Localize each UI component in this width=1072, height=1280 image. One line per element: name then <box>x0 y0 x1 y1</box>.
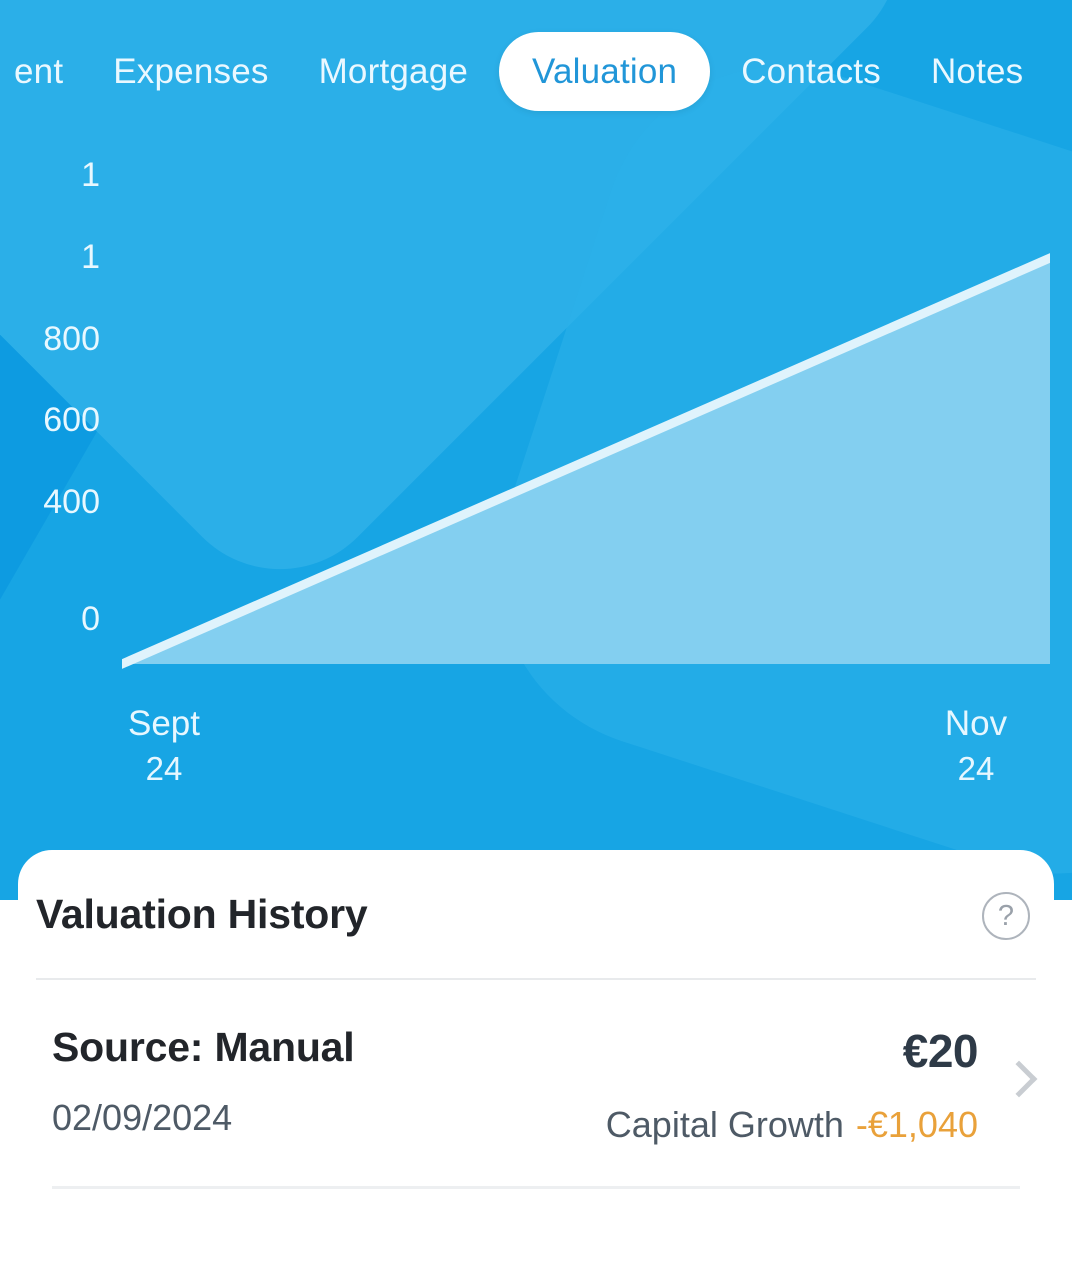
list-item-primary: Source: Manual 02/09/2024 <box>52 1024 355 1139</box>
tab-expenses[interactable]: Expenses <box>88 54 293 89</box>
y-tick-label: 600 <box>43 401 100 439</box>
tab-rent[interactable]: ent <box>8 54 88 89</box>
entry-date: 02/09/2024 <box>52 1097 233 1138</box>
valuation-history-sheet: Valuation History ? Source: Manual 02/09… <box>18 850 1054 1280</box>
chart-y-axis: 1 1 800 600 400 0 <box>0 138 100 698</box>
entry-capital-growth: Capital Growth -€1,040 <box>606 1104 978 1146</box>
y-tick-label: 0 <box>81 600 100 638</box>
entry-source: Source: Manual <box>52 1024 355 1070</box>
list-item[interactable]: Source: Manual 02/09/2024 €20 Capital Gr… <box>18 980 1054 1186</box>
page-title: Valuation History <box>36 890 368 937</box>
property-tabbar[interactable]: ent Expenses Mortgage Valuation Contacts… <box>0 0 1072 142</box>
x-tick-year: 24 <box>957 750 995 788</box>
app-root: ent Expenses Mortgage Valuation Contacts… <box>0 0 1072 1280</box>
list-item-secondary: €20 Capital Growth -€1,040 <box>606 1024 979 1146</box>
chevron-right-icon[interactable] <box>1000 1060 1038 1098</box>
question-mark-circle-icon[interactable]: ? <box>982 892 1030 940</box>
capital-growth-value: -€1,040 <box>855 1104 978 1145</box>
x-tick-month: Sept <box>128 704 200 743</box>
x-tick-label-end: Nov 24 <box>898 700 1054 792</box>
list-item-divider <box>52 1186 1020 1189</box>
chart-x-axis: Sept 24 Nov 24 <box>0 700 1072 820</box>
capital-growth-label: Capital Growth <box>605 1104 844 1145</box>
valuation-hero-panel: ent Expenses Mortgage Valuation Contacts… <box>0 0 1072 900</box>
x-tick-label-start: Sept 24 <box>86 700 242 792</box>
sheet-header: Valuation History ? <box>18 850 1054 978</box>
tab-mortgage[interactable]: Mortgage <box>294 54 493 89</box>
entry-amount: €20 <box>902 1025 979 1077</box>
y-tick-label: 1 <box>81 238 100 276</box>
tab-notes[interactable]: Notes <box>906 54 1048 89</box>
chart-plot-area <box>122 138 1050 698</box>
y-tick-label: 800 <box>43 320 100 358</box>
tab-valuation[interactable]: Valuation <box>499 31 711 111</box>
chart-area-series <box>122 253 1050 669</box>
valuation-chart: 1 1 800 600 400 0 <box>0 138 1072 698</box>
y-tick-label: 1 <box>81 156 100 194</box>
x-tick-year: 24 <box>145 750 183 788</box>
y-tick-label: 400 <box>43 483 100 521</box>
tab-contacts[interactable]: Contacts <box>716 54 906 89</box>
x-tick-month: Nov <box>944 704 1008 743</box>
